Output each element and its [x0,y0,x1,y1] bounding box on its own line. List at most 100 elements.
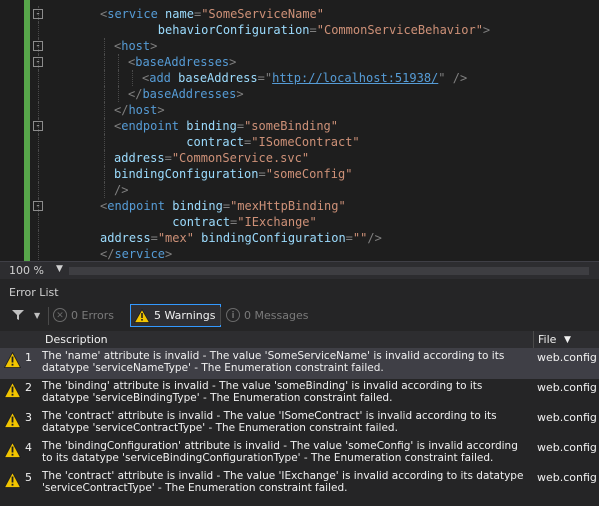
code-token: = [150,231,158,245]
code-editor[interactable]: - <service name="SomeServiceName" behavio… [0,0,599,261]
indent-guide [104,182,106,198]
errors-filter-button[interactable]: ✕ 0 Errors [53,305,114,325]
column-divider[interactable] [533,331,534,348]
code-text[interactable]: address="mex" bindingConfiguration=""/> [100,230,382,246]
code-text[interactable]: </service> [100,246,172,261]
code-token: " [438,71,446,85]
code-token: "someBinding" [244,119,338,133]
indent-guide [104,166,106,182]
filter-dropdown-icon[interactable]: ▼ [34,305,40,325]
filter-icon[interactable] [12,305,24,325]
code-text[interactable]: behaviorConfiguration="CommonServiceBeha… [100,22,490,38]
code-token: "mex" [157,231,194,245]
code-text[interactable]: address="CommonService.svc" [114,150,309,166]
collapse-icon[interactable]: - [33,9,43,19]
code-text[interactable]: contract="IExchange" [100,214,317,230]
horizontal-scrollbar[interactable] [69,267,589,275]
toolbar-separator [48,307,49,325]
row-description: The 'contract' attribute is invalid - Th… [42,470,524,494]
code-text[interactable]: </baseAddresses> [128,86,244,102]
zoom-dropdown-icon[interactable]: ▼ [56,264,63,274]
code-text[interactable]: contract="ISomeContract" [114,134,360,150]
code-token: contract [186,135,245,149]
code-token: service [107,7,158,21]
fold-guide [38,70,40,86]
code-text[interactable]: <add baseAddress="http://localhost:51938… [142,70,467,86]
collapse-icon[interactable]: - [33,41,43,51]
warnings-count-label: 5 Warnings [154,309,216,322]
info-icon: i [226,308,240,322]
code-token: </ [128,87,143,101]
error-icon: ✕ [53,308,67,322]
messages-count-label: 0 Messages [244,308,309,322]
warning-icon [4,412,21,428]
code-text[interactable]: <endpoint binding="someBinding" [114,118,338,134]
code-token: bindingConfiguration [201,231,346,245]
table-row[interactable]: 2 The 'binding' attribute is invalid - Th… [0,379,599,409]
code-text[interactable]: <host> [114,38,157,54]
code-token: > [150,39,158,53]
indent-guide [104,118,106,134]
row-description: The 'contract' attribute is invalid - Th… [42,410,497,434]
indent-guide [104,102,106,118]
indent-guide [104,86,106,102]
code-token: add [149,71,171,85]
zoom-bar: 100 % ▼ [0,261,599,279]
warning-icon [4,472,21,488]
code-text[interactable]: /> [114,182,128,198]
code-token: behaviorConfiguration [157,23,310,37]
code-text[interactable]: <endpoint binding="mexHttpBinding" [100,198,346,214]
indent-guide [118,54,120,70]
code-text[interactable]: <service name="SomeServiceName" [100,6,324,22]
code-token: baseAddress [178,71,258,85]
zoom-level[interactable]: 100 % [9,264,44,277]
code-token: "ISomeContract" [251,135,360,149]
code-text[interactable]: </host> [114,102,165,118]
code-token: "CommonServiceBehavior" [316,23,483,37]
fold-guide [38,230,40,246]
row-file: web.config [537,471,597,484]
code-token: binding [172,199,223,213]
code-token: baseAddresses [135,55,230,69]
code-token: endpoint [107,199,166,213]
fold-guide [38,166,40,182]
column-header-description[interactable]: Description [45,333,108,346]
code-token: > [157,103,165,117]
collapse-icon[interactable]: - [33,201,43,211]
code-text[interactable]: <baseAddresses> [128,54,236,70]
code-token: "" [352,231,368,245]
row-number: 1 [25,351,32,364]
sort-descending-icon[interactable]: ▼ [564,335,571,345]
code-token: "IExchange" [237,215,317,229]
indent-guide [118,70,120,86]
table-row[interactable]: 3 The 'contract' attribute is invalid - T… [0,409,599,439]
fold-guide [38,102,40,118]
warning-icon [134,308,150,323]
indent-guide [118,86,120,102]
table-row[interactable]: 4 The 'bindingConfiguration' attribute is… [0,439,599,469]
code-text[interactable]: bindingConfiguration="someConfig" [114,166,352,182]
code-token: address [114,151,165,165]
row-number: 5 [25,471,32,484]
change-margin [24,0,30,261]
table-row[interactable]: 1 The 'name' attribute is invalid - The v… [0,349,599,379]
collapse-icon[interactable]: - [33,121,43,131]
collapse-icon[interactable]: - [33,57,43,67]
code-token: name [165,7,194,21]
messages-filter-button[interactable]: i 0 Messages [226,305,308,325]
code-token: address [100,231,151,245]
code-token: http://localhost:51938/ [272,71,439,85]
row-description: The 'bindingConfiguration' attribute is … [42,440,518,464]
fold-guide [38,246,40,261]
row-file: web.config [537,441,597,454]
code-token: service [114,247,166,261]
table-row[interactable]: 5 The 'contract' attribute is invalid - T… [0,469,599,499]
code-token: endpoint [121,119,180,133]
warnings-filter-button[interactable]: 5 Warnings [130,304,222,327]
code-token: bindingConfiguration [114,167,259,181]
column-header: Description File ▼ [0,331,599,349]
code-token: > [165,247,173,261]
column-header-file[interactable]: File [538,333,556,346]
